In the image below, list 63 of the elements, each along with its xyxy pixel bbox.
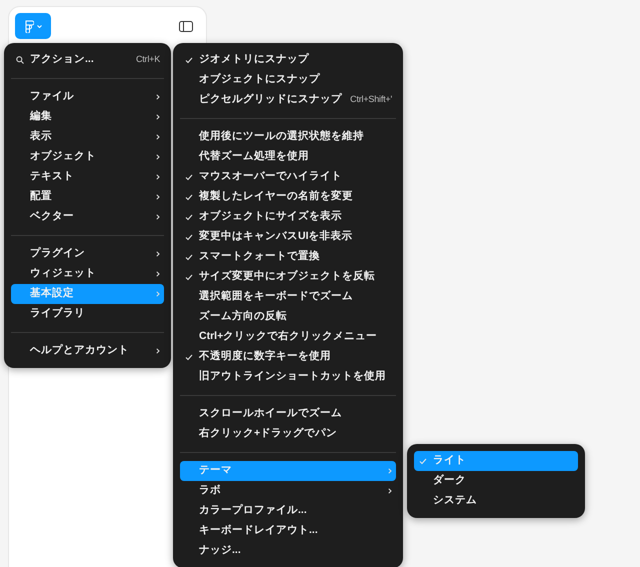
menu-item[interactable]: キーボードレイアウト... — [180, 521, 396, 541]
menu-item[interactable]: ズーム方向の反転 — [180, 307, 396, 327]
check-icon — [185, 354, 193, 360]
menu-item[interactable]: テキスト — [11, 167, 164, 187]
check-icon — [185, 174, 193, 180]
chevron-right-icon — [156, 251, 160, 257]
check-icon — [185, 234, 193, 240]
menu-item[interactable]: アクション... Ctrl+K — [11, 50, 164, 70]
menu-item[interactable]: ジオメトリにスナップ — [180, 50, 396, 70]
menu-item[interactable]: ベクター — [11, 207, 164, 227]
menu-item[interactable]: Ctrl+クリックで右クリックメニュー — [180, 327, 396, 347]
menu-item[interactable]: サイズ変更中にオブジェクトを反転 — [180, 267, 396, 287]
chevron-right-icon — [156, 214, 160, 220]
chevron-right-icon — [156, 174, 160, 180]
menu-item[interactable]: スマートクォートで置換 — [180, 247, 396, 267]
chevron-right-icon — [156, 154, 160, 160]
menu-item[interactable]: 配置 — [11, 187, 164, 207]
menu-item[interactable]: 代替ズーム処理を使用 — [180, 147, 396, 167]
logo-icon — [24, 20, 34, 32]
chevron-down-icon — [36, 24, 42, 28]
menu-item[interactable]: マウスオーバーでハイライト — [180, 167, 396, 187]
menu-item[interactable]: 複製したレイヤーの名前を変更 — [180, 187, 396, 207]
menu-item[interactable]: ファイル — [11, 87, 164, 107]
sidebar-toggle-icon[interactable] — [179, 20, 193, 32]
menu-item[interactable]: 編集 — [11, 107, 164, 127]
menu-item[interactable]: 表示 — [11, 127, 164, 147]
menu-item[interactable]: ラボ — [180, 481, 396, 501]
main-menu-button[interactable] — [15, 13, 51, 39]
chevron-right-icon — [156, 271, 160, 277]
menu-item[interactable]: オブジェクトにスナップ — [180, 70, 396, 90]
menu-item[interactable]: ダーク — [414, 471, 578, 491]
chevron-right-icon — [156, 348, 160, 354]
menu-item[interactable]: 変更中はキャンバスUIを非表示 — [180, 227, 396, 247]
menu-item[interactable]: ヘルプとアカウント — [11, 341, 164, 361]
check-icon — [185, 56, 193, 64]
menu-item[interactable]: 使用後にツールの選択状態を維持 — [180, 127, 396, 147]
search-icon — [16, 56, 24, 64]
menu-item[interactable]: オブジェクトにサイズを表示 — [180, 207, 396, 227]
menu-item[interactable]: 右クリック+ドラッグでパン — [180, 424, 396, 444]
menu-item[interactable]: ライブラリ — [11, 304, 164, 324]
chevron-right-icon — [156, 134, 160, 140]
menu-item[interactable]: ウィジェット — [11, 264, 164, 284]
menu-item[interactable]: オブジェクト — [11, 147, 164, 167]
check-icon — [185, 194, 193, 200]
menu-item[interactable]: プラグイン — [11, 244, 164, 264]
check-icon — [185, 254, 193, 260]
menu-item[interactable]: システム — [414, 491, 578, 511]
chevron-right-icon — [156, 291, 160, 297]
menu-item[interactable]: カラープロファイル... — [180, 501, 396, 521]
chevron-right-icon — [388, 468, 392, 474]
check-icon — [185, 274, 193, 280]
chevron-right-icon — [388, 488, 392, 494]
menu-item[interactable]: 旧アウトラインショートカットを使用 — [180, 367, 396, 387]
chevron-right-icon — [156, 114, 160, 120]
menu-item[interactable]: 選択範囲をキーボードでズーム — [180, 287, 396, 307]
menu-item[interactable]: 不透明度に数字キーを使用 — [180, 347, 396, 367]
check-icon — [185, 214, 193, 220]
menu-item[interactable]: スクロールホイールでズーム — [180, 404, 396, 424]
menu-item[interactable]: ナッジ... — [180, 541, 396, 561]
chevron-right-icon — [156, 94, 160, 100]
check-icon — [419, 458, 427, 464]
chevron-right-icon — [156, 194, 160, 200]
menu-item[interactable]: ピクセルグリッドにスナップ Ctrl+Shift+' — [180, 90, 396, 110]
